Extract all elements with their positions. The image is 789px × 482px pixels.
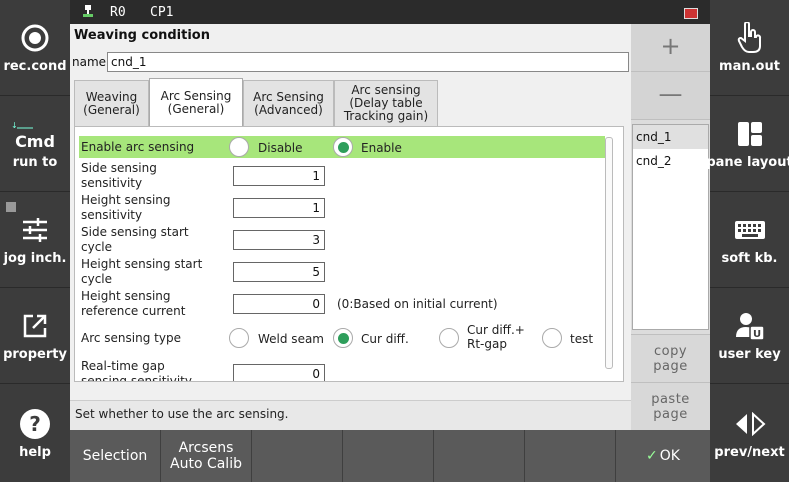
disable-radio[interactable] [229,137,249,157]
cur-diff-rt-gap-label: Cur diff.+ Rt-gap [467,323,525,351]
prev-next-icon [733,407,767,441]
height-sensing-reference-current-input[interactable]: 0 [233,294,325,314]
weld-seam-radio[interactable] [229,328,249,348]
right-rail: man.out pane layout soft kb. U user key … [706,0,789,482]
function-key-4[interactable] [343,430,434,482]
jog-inch-label: jog inch. [3,251,67,266]
enable-arc-sensing-label: Enable arc sensing [81,140,195,154]
height-sensing-sensitivity-input[interactable]: 1 [233,198,325,218]
realtime-gap-sensitivity-label: Real-time gap sensing sensitivity [81,359,192,382]
cmd-label: Cmd [15,131,55,151]
enable-label: Enable [361,141,402,155]
man-out-button[interactable]: man.out [710,0,789,96]
settings-panel: Enable arc sensing Disable Enable Side s… [74,126,624,382]
pane-layout-icon [733,117,767,151]
name-field[interactable]: cnd_1 [107,52,629,72]
weaving-condition-dialog: Weaving condition name cnd_1 Weaving (Ge… [70,24,631,430]
tab-arc-sensing-delay[interactable]: Arc sensing (Delay table Tracking gain) [334,80,438,126]
run-to-icon: ↓ [6,118,40,132]
side-sensing-start-cycle-label: Side sensing start cycle [81,225,189,254]
height-sensing-start-cycle-input[interactable]: 5 [233,262,325,282]
enable-radio[interactable] [333,137,353,157]
function-key-6[interactable] [525,430,616,482]
man-out-label: man.out [719,59,780,74]
height-sensing-sensitivity-label: Height sensing sensitivity [81,193,171,222]
condition-list: cnd_1 cnd_2 [632,124,709,330]
keyboard-icon [733,213,767,247]
svg-text:↓: ↓ [11,121,18,130]
prev-next-button[interactable]: prev/next [710,384,789,482]
user-key-icon: U [733,309,767,343]
rec-cond-button[interactable]: rec.cond [0,0,70,96]
hand-pointer-icon [733,21,767,55]
realtime-gap-sensitivity-input[interactable]: 0 [233,364,325,381]
tab-arc-sensing-advanced[interactable]: Arc Sensing (Advanced) [243,80,334,126]
cur-diff-radio[interactable] [333,328,353,348]
external-link-icon [18,309,52,343]
name-label: name [72,55,107,69]
svg-text:?: ? [29,412,41,436]
weld-seam-label: Weld seam [258,332,324,346]
cur-diff-label: Cur diff. [361,332,409,346]
property-label: property [3,347,67,362]
ok-label: OK [659,448,680,464]
record-circle-icon [18,21,52,55]
list-item[interactable]: cnd_1 [633,125,708,149]
side-sensing-start-cycle-input[interactable]: 3 [233,230,325,250]
add-condition-button[interactable]: + [631,24,710,72]
ok-button[interactable]: ✓ OK [616,430,710,482]
side-sensing-sensitivity-label: Side sensing sensitivity [81,161,157,190]
robot-id: R0 [110,5,126,20]
height-sensing-start-cycle-label: Height sensing start cycle [81,257,203,286]
help-button[interactable]: ? help [0,384,70,482]
robot-icon [82,5,94,22]
remove-condition-button[interactable]: — [631,72,710,120]
selection-button[interactable]: Selection [70,430,161,482]
prev-next-label: prev/next [714,444,785,460]
flag-icon [684,8,698,19]
tab-arc-sensing-general[interactable]: Arc Sensing (General) [149,78,243,127]
sliders-icon [18,213,52,247]
function-key-5[interactable] [434,430,525,482]
svg-text:U: U [752,329,760,340]
function-bar: Selection Arcsens Auto Calib ✓ OK [70,430,710,482]
check-icon: ✓ [646,448,658,464]
disable-label: Disable [258,141,303,155]
arc-sensing-type-label: Arc sensing type [81,331,181,345]
soft-kb-label: soft kb. [721,251,778,266]
arcsens-auto-calib-button[interactable]: Arcsens Auto Calib [161,430,252,482]
help-label: help [19,444,51,460]
help-question-icon: ? [18,407,52,441]
run-to-label: run to [12,154,58,170]
panel-scrollbar[interactable] [605,137,613,369]
function-key-3[interactable] [252,430,343,482]
reference-current-note: (0:Based on initial current) [337,297,498,311]
height-sensing-reference-current-label: Height sensing reference current [81,289,186,318]
rec-cond-label: rec.cond [3,59,67,74]
cp-label: CP1 [150,5,174,20]
screen: rec.cond ↓ Cmd run to jog inch. property… [0,0,789,482]
dialog-title: Weaving condition [74,28,210,43]
side-sensing-sensitivity-input[interactable]: 1 [233,166,325,186]
condition-list-panel: + — cnd_1 cnd_2 copy page paste page [631,24,710,430]
pane-layout-label: pane layout [706,155,789,170]
jog-inch-button[interactable]: jog inch. [0,192,70,288]
small-square-indicator [6,202,16,212]
user-key-button[interactable]: U user key [710,288,789,384]
property-button[interactable]: property [0,288,70,384]
soft-kb-button[interactable]: soft kb. [710,192,789,288]
paste-page-button[interactable]: paste page [631,382,710,430]
status-bar: R0 CP1 [70,0,710,24]
user-key-label: user key [718,347,781,362]
left-rail: rec.cond ↓ Cmd run to jog inch. property… [0,0,70,482]
copy-page-button[interactable]: copy page [631,334,710,382]
pane-layout-button[interactable]: pane layout [706,96,789,192]
test-label: test [570,332,594,346]
test-radio[interactable] [542,328,562,348]
cur-diff-rt-gap-radio[interactable] [439,328,459,348]
run-to-button[interactable]: ↓ Cmd run to [0,96,70,192]
hint-text: Set whether to use the arc sensing. [70,400,631,430]
tab-weaving-general[interactable]: Weaving (General) [74,80,149,126]
list-item[interactable]: cnd_2 [633,149,708,173]
